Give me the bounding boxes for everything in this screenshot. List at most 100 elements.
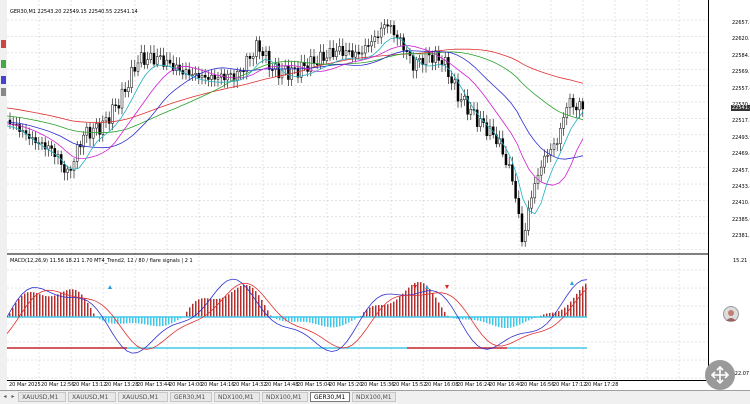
candle-body — [163, 56, 165, 67]
tab-chart-xauusd-m1[interactable]: XAUUSD,M1 — [68, 392, 116, 402]
macd-histogram-bar — [486, 317, 488, 323]
macd-histogram-bar — [507, 317, 509, 328]
macd-histogram-bar — [372, 306, 374, 317]
time-axis-label: 20 Mar 16:08 — [425, 382, 458, 388]
macd-histogram-bar — [558, 311, 560, 317]
candle-body — [351, 51, 353, 57]
candle-body — [534, 184, 536, 198]
price-axis-label: 22657.85 — [732, 20, 750, 26]
macd-histogram-bar — [582, 286, 584, 317]
macd-histogram-bar — [78, 292, 80, 317]
chart-area[interactable] — [7, 0, 708, 380]
candle-body — [207, 77, 209, 79]
symbol-title: GER30,M1 22543.20 22549.15 22540.55 2254… — [10, 9, 138, 15]
tab-chart-ndx100-m1[interactable]: NDX100,M1 — [214, 392, 260, 402]
macd-histogram-bar — [384, 305, 386, 317]
candle-body — [150, 53, 152, 60]
candle-body — [319, 52, 321, 65]
macd-histogram-bar — [429, 289, 431, 317]
candle-body — [431, 55, 433, 63]
macd-histogram-bar — [339, 317, 341, 326]
candle-body — [111, 105, 113, 124]
signal-arrow-icon — [413, 285, 417, 289]
avatar-icon[interactable] — [723, 306, 739, 322]
candle-body — [140, 53, 142, 63]
macd-histogram-bar — [576, 294, 578, 317]
tab-scroll-right-icon[interactable]: ▸ — [9, 392, 17, 402]
candle-body — [191, 75, 193, 76]
candle-body — [393, 25, 395, 35]
macd-histogram-bar — [255, 291, 257, 317]
time-axis-label: 20 Mar 14:16 — [201, 382, 234, 388]
candle-body — [118, 105, 120, 108]
candle-body — [195, 73, 197, 74]
candle-body — [572, 98, 574, 107]
macd-histogram-bar — [186, 312, 188, 317]
candle-body — [419, 58, 421, 59]
candle-body — [364, 45, 366, 53]
price-axis[interactable]: 22657.8522620.7022584.2022569.7022557.40… — [708, 0, 750, 380]
candle-body — [201, 75, 203, 78]
tab-chart-xauusd-m1[interactable]: XAUUSD,M1 — [118, 392, 168, 402]
macd-histogram-bar — [336, 317, 338, 327]
macd-histogram-bar — [444, 312, 446, 317]
macd-histogram-bar — [519, 317, 521, 325]
candle-body — [76, 144, 78, 161]
tab-chart-ndx100-m1[interactable]: NDX100,M1 — [352, 392, 396, 402]
strip-marker — [1, 88, 6, 96]
move-arrows-icon[interactable] — [705, 360, 735, 390]
macd-histogram-bar — [306, 317, 308, 322]
macd-histogram-bar — [408, 288, 410, 317]
macd-histogram-bar — [138, 317, 140, 323]
candle-body — [115, 105, 117, 106]
macd-histogram-bar — [516, 317, 518, 326]
tab-scroll-left-icon[interactable]: ◂ — [1, 392, 9, 402]
macd-histogram-bar — [87, 303, 89, 317]
candle-body — [271, 69, 273, 70]
candle-body — [524, 230, 526, 241]
price-axis-label: 22469.80 — [732, 151, 750, 157]
macd-histogram-bar — [579, 290, 581, 317]
tab-chart-ndx100-m1[interactable]: NDX100,M1 — [262, 392, 308, 402]
candle-body — [300, 62, 302, 77]
candle-body — [367, 45, 369, 46]
macd-histogram-bar — [492, 317, 494, 325]
candle-body — [566, 108, 568, 118]
macd-histogram-bar — [330, 317, 332, 327]
tab-chart-xauusd-m1[interactable]: XAUUSD,M1 — [18, 392, 66, 402]
price-axis-label: 22385.00 — [732, 217, 750, 223]
tab-chart-ger30-m1[interactable]: GER30,M1 — [170, 392, 212, 402]
tab-chart-ger30-m1[interactable]: GER30,M1 — [310, 392, 350, 402]
macd-histogram-bar — [426, 286, 428, 317]
time-axis-label: 20 Mar 15:52 — [393, 382, 426, 388]
candle-body — [390, 25, 392, 26]
macd-histogram-bar — [411, 285, 413, 317]
macd-histogram-bar — [417, 282, 419, 317]
macd-histogram-bar — [246, 285, 248, 317]
price-axis-label: 22517.85 — [732, 118, 750, 124]
candle-body — [460, 100, 462, 101]
macd-histogram-bar — [390, 303, 392, 317]
macd-histogram-bar — [33, 292, 35, 317]
strip-marker — [1, 60, 6, 68]
candle-body — [543, 156, 545, 167]
candle-body — [335, 51, 337, 57]
macd-histogram-bar — [210, 299, 212, 317]
candle-body — [217, 77, 219, 79]
candle-body — [505, 154, 507, 165]
macd-histogram-bar — [312, 317, 314, 323]
time-axis-label: 20 Mar 17:28 — [585, 382, 618, 388]
chart-canvas[interactable] — [7, 0, 708, 380]
candle-body — [134, 67, 136, 71]
macd-histogram-bar — [228, 294, 230, 317]
macd-histogram-bar — [15, 303, 17, 317]
macd-histogram-bar — [129, 317, 131, 323]
macd-histogram-bar — [126, 317, 128, 323]
candle-body — [287, 66, 289, 79]
macd-histogram-bar — [396, 299, 398, 317]
time-axis-label: 20 Mar 16:56 — [521, 382, 554, 388]
macd-histogram-bar — [513, 317, 515, 327]
macd-histogram-bar — [315, 317, 317, 324]
macd-histogram-bar — [24, 294, 26, 317]
macd-histogram-bar — [18, 299, 20, 317]
